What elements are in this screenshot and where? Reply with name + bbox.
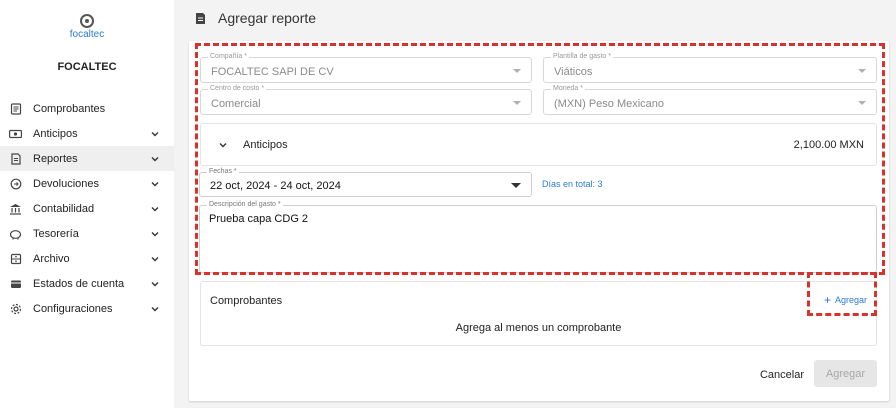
cash-icon: [9, 127, 22, 140]
centro-costo-value: Comercial: [211, 98, 261, 110]
sidebar-item-anticipos[interactable]: Anticipos: [0, 121, 174, 146]
sidebar-item-contabilidad[interactable]: Contabilidad: [0, 196, 174, 221]
dias-en-total: Días en total: 3: [542, 179, 603, 189]
archive-icon: [9, 252, 22, 265]
chevron-down-icon: [150, 179, 160, 189]
sidebar-item-estados-de-cuenta[interactable]: Estados de cuenta: [0, 271, 174, 296]
add-comprobante-button[interactable]: + Agregar: [824, 293, 868, 307]
centro-costo-select[interactable]: Centro de costo * Comercial: [200, 84, 532, 115]
brand-logo: focaltec: [0, 14, 174, 40]
sidebar-item-label: Estados de cuenta: [33, 277, 125, 290]
sidebar-item-reportes[interactable]: Reportes: [0, 146, 174, 171]
comprobantes-section: Comprobantes + Agregar Agrega al menos u…: [200, 281, 877, 346]
document-icon: [194, 11, 208, 25]
compania-label: Compañía *: [208, 52, 249, 62]
plantilla-gasto-label: Plantilla de gasto *: [551, 52, 613, 62]
chevron-down-icon: [150, 304, 160, 314]
anticipos-accordion[interactable]: Anticipos 2,100.00 MXN: [200, 123, 877, 166]
sidebar-item-comprobantes[interactable]: Comprobantes: [0, 96, 174, 121]
plus-icon: +: [824, 293, 832, 307]
refund-icon: [9, 177, 22, 190]
gear-icon: [9, 302, 22, 315]
bank-icon: [9, 202, 22, 215]
submit-agregar-button[interactable]: Agregar: [814, 360, 877, 387]
logo-text: focaltec: [69, 29, 105, 40]
descripcion-gasto-label: Descripción del gasto *: [207, 200, 283, 210]
descripcion-gasto-textarea[interactable]: Descripción del gasto * Prueba capa CDG …: [199, 200, 877, 273]
chevron-down-icon: [150, 129, 160, 139]
caret-down-icon: [513, 101, 521, 105]
sidebar-item-label: Anticipos: [33, 127, 78, 140]
chevron-down-icon: [150, 254, 160, 264]
chevron-down-icon: [150, 204, 160, 214]
chevron-down-icon: [150, 279, 160, 289]
comprobantes-empty-message: Agrega al menos un comprobante: [455, 322, 622, 334]
sidebar-item-archivo[interactable]: Archivo: [0, 246, 174, 271]
descripcion-gasto-value: Prueba capa CDG 2: [209, 213, 309, 225]
caret-down-icon: [858, 101, 866, 105]
cancel-button[interactable]: Cancelar: [756, 362, 808, 387]
caret-down-icon: [511, 183, 521, 188]
sidebar-item-label: Devoluciones: [33, 177, 100, 190]
report-icon: [9, 152, 22, 165]
plantilla-gasto-select[interactable]: Plantilla de gasto * Viáticos: [543, 52, 877, 83]
sidebar-item-label: Configuraciones: [33, 302, 113, 315]
sidebar-item-label: Contabilidad: [33, 202, 95, 215]
sidebar-item-configuraciones[interactable]: Configuraciones: [0, 296, 174, 321]
chevron-down-icon[interactable]: [216, 138, 230, 152]
fechas-label: Fechas *: [207, 167, 239, 177]
anticipos-label: Anticipos: [243, 138, 288, 151]
report-form-card: Compañía * FOCALTEC SAPI DE CV Plantilla…: [189, 41, 889, 401]
moneda-value: (MXN) Peso Mexicano: [554, 98, 665, 110]
company-name: FOCALTEC: [57, 61, 117, 73]
sidebar-nav: Comprobantes Anticipos Reportes Devoluci…: [0, 96, 174, 321]
sidebar-item-label: Archivo: [33, 252, 70, 265]
compania-select[interactable]: Compañía * FOCALTEC SAPI DE CV: [200, 52, 532, 83]
logo-mark-icon: [80, 14, 94, 28]
caret-down-icon: [513, 69, 521, 73]
sidebar-item-label: Tesorería: [33, 227, 79, 240]
centro-costo-label: Centro de costo *: [208, 84, 267, 94]
caret-down-icon: [858, 69, 866, 73]
anticipos-amount: 2,100.00 MXN: [793, 138, 864, 151]
plantilla-gasto-value: Viáticos: [554, 66, 593, 78]
moneda-select[interactable]: Moneda * (MXN) Peso Mexicano: [543, 84, 877, 115]
fechas-value: 22 oct, 2024 - 24 oct, 2024: [210, 180, 341, 192]
wallet-icon: [9, 277, 22, 290]
sidebar-item-label: Comprobantes: [33, 102, 106, 115]
sidebar: focaltec FOCALTEC Comprobantes Anticipos…: [0, 0, 174, 408]
sidebar-item-tesoreria[interactable]: Tesorería: [0, 221, 174, 246]
moneda-label: Moneda *: [551, 84, 585, 94]
compania-value: FOCALTEC SAPI DE CV: [211, 66, 334, 78]
sidebar-item-label: Reportes: [33, 152, 78, 165]
receipt-icon: [9, 102, 22, 115]
add-comprobante-label: Agregar: [835, 295, 868, 305]
page-title: Agregar reporte: [218, 10, 317, 26]
comprobantes-title: Comprobantes: [210, 295, 283, 307]
chevron-down-icon: [150, 154, 160, 164]
fechas-date-range-picker[interactable]: Fechas * 22 oct, 2024 - 24 oct, 2024: [199, 167, 532, 197]
sidebar-item-devoluciones[interactable]: Devoluciones: [0, 171, 174, 196]
page-header: Agregar reporte: [188, 0, 896, 36]
chevron-down-icon: [150, 229, 160, 239]
piggy-bank-icon: [9, 227, 22, 240]
